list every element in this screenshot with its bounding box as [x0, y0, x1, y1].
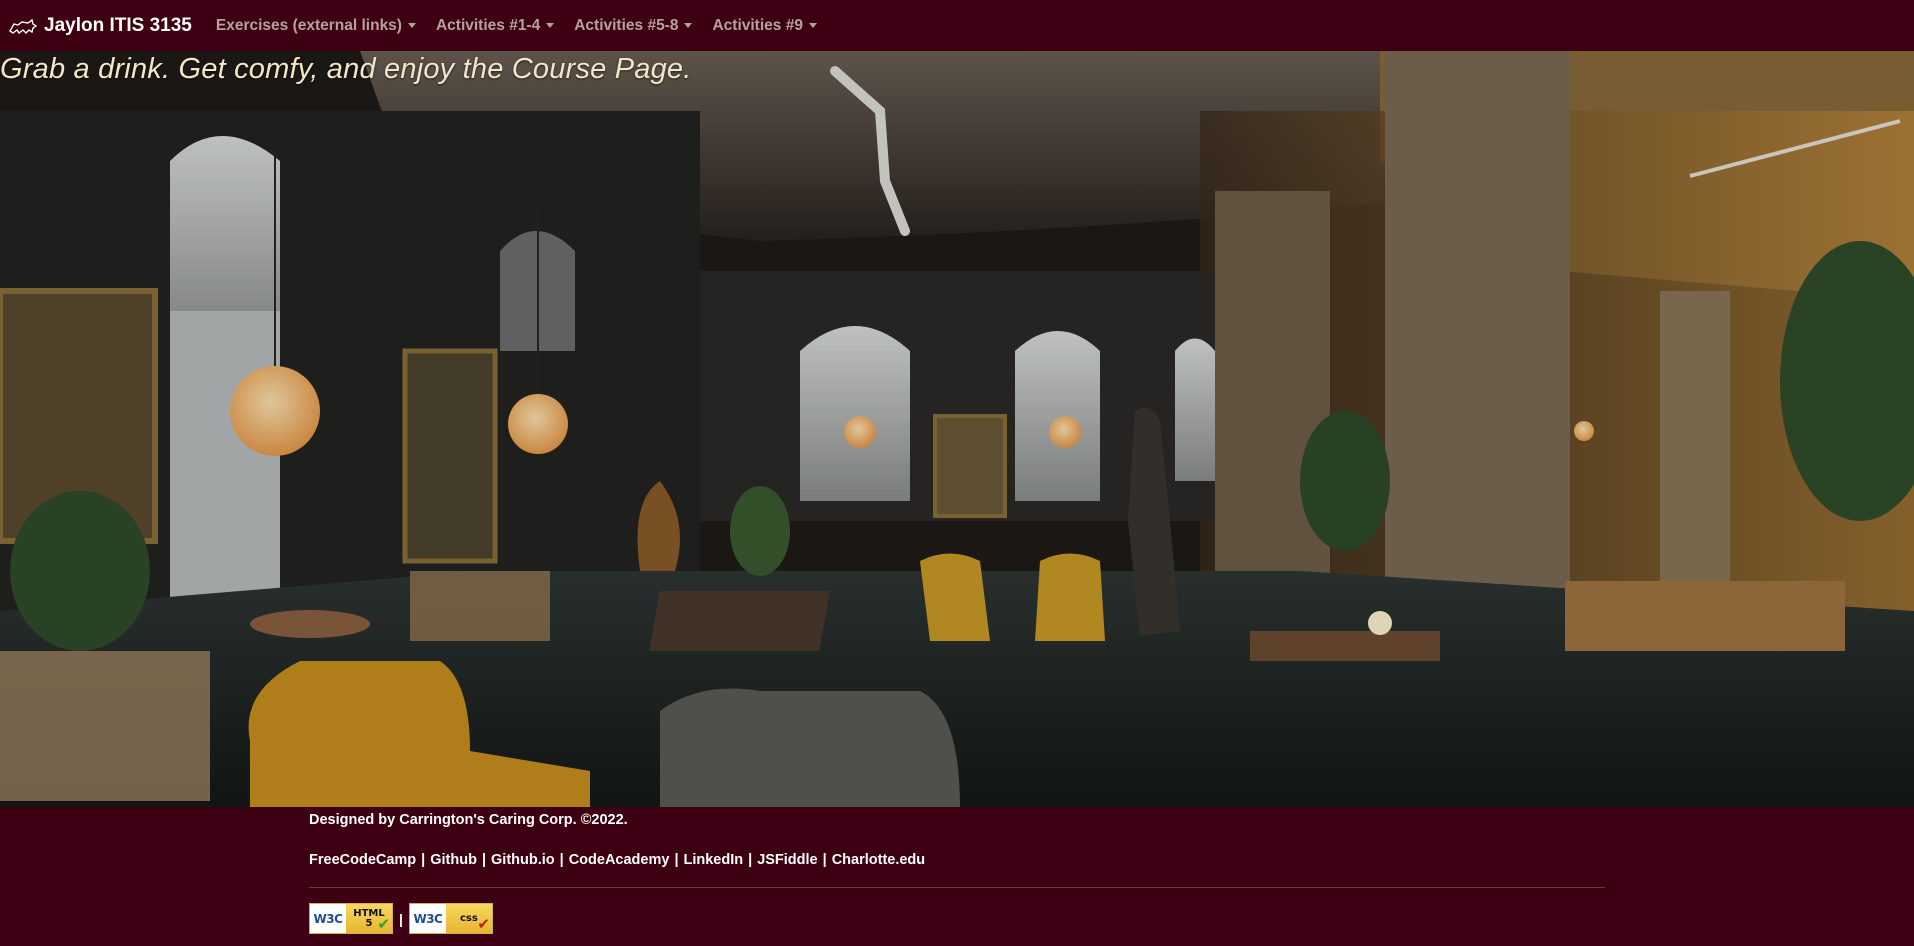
caret-down-icon [808, 23, 817, 28]
link-charlotte-edu[interactable]: Charlotte.edu [832, 852, 925, 868]
nav-label: Activities #1-4 [435, 16, 541, 34]
link-linkedin[interactable]: LinkedIn [684, 852, 744, 868]
hero-tagline: Grab a drink. Get comfy, and enjoy the C… [0, 53, 692, 85]
cafe-interior-image [0, 51, 1914, 807]
brand-link[interactable]: Jaylon ITIS 3135 [8, 15, 192, 37]
nav-label: Activities #9 [712, 16, 803, 34]
badge-separator: | [399, 910, 403, 927]
link-separator: | [748, 852, 753, 868]
link-separator: | [559, 852, 564, 868]
caret-down-icon [546, 23, 555, 28]
nav-label: Exercises (external links) [215, 16, 402, 34]
badge-line2: 5 [365, 917, 373, 929]
badge-text: css ✔ [445, 904, 492, 933]
badge-text: HTML 5 ✔ [346, 904, 392, 933]
brand-title: Jaylon ITIS 3135 [44, 14, 192, 36]
nav-dropdown-activities-9[interactable]: Activities #9 [712, 16, 817, 35]
link-github[interactable]: Github [430, 852, 477, 868]
link-separator: | [822, 852, 827, 868]
link-jsfiddle[interactable]: JSFiddle [757, 852, 817, 868]
navbar: Jaylon ITIS 3135 Exercises (external lin… [0, 0, 1914, 51]
html5-validator-badge[interactable]: W3C HTML 5 ✔ [309, 903, 393, 934]
link-separator: | [481, 852, 487, 868]
link-separator: | [421, 852, 426, 868]
w3c-logo: W3C [409, 904, 446, 933]
cat-icon [8, 15, 38, 37]
nav-label: Activities #5-8 [574, 16, 679, 34]
w3c-logo: W3C [310, 904, 346, 933]
link-github-io[interactable]: Github.io [491, 852, 555, 868]
link-codeacademy[interactable]: CodeAcademy [569, 852, 670, 868]
validator-badges: W3C HTML 5 ✔ | W3C css ✔ [309, 903, 493, 934]
link-freecodecamp[interactable]: FreeCodeCamp [309, 852, 416, 868]
caret-down-icon [407, 23, 416, 28]
nav-dropdown-activities-5-8[interactable]: Activities #5-8 [574, 16, 693, 35]
footer-credit: Designed by Carrington's Caring Corp. ©2… [309, 812, 628, 828]
badge-line1: css [460, 912, 478, 924]
nav-dropdown-exercises[interactable]: Exercises (external links) [216, 17, 416, 35]
footer-divider [309, 887, 1605, 888]
css-validator-badge[interactable]: W3C css ✔ [408, 903, 493, 934]
link-separator: | [674, 852, 679, 868]
footer-links: FreeCodeCamp | Github | Github.io | CodeAcadem… [309, 852, 925, 868]
checkmark-icon: ✔ [477, 915, 490, 933]
checkmark-icon: ✔ [377, 915, 390, 933]
hero-section: Grab a drink. Get comfy, and enjoy the C… [0, 51, 1914, 807]
caret-down-icon [684, 23, 693, 28]
nav-dropdown-activities-1-4[interactable]: Activities #1-4 [435, 16, 555, 35]
